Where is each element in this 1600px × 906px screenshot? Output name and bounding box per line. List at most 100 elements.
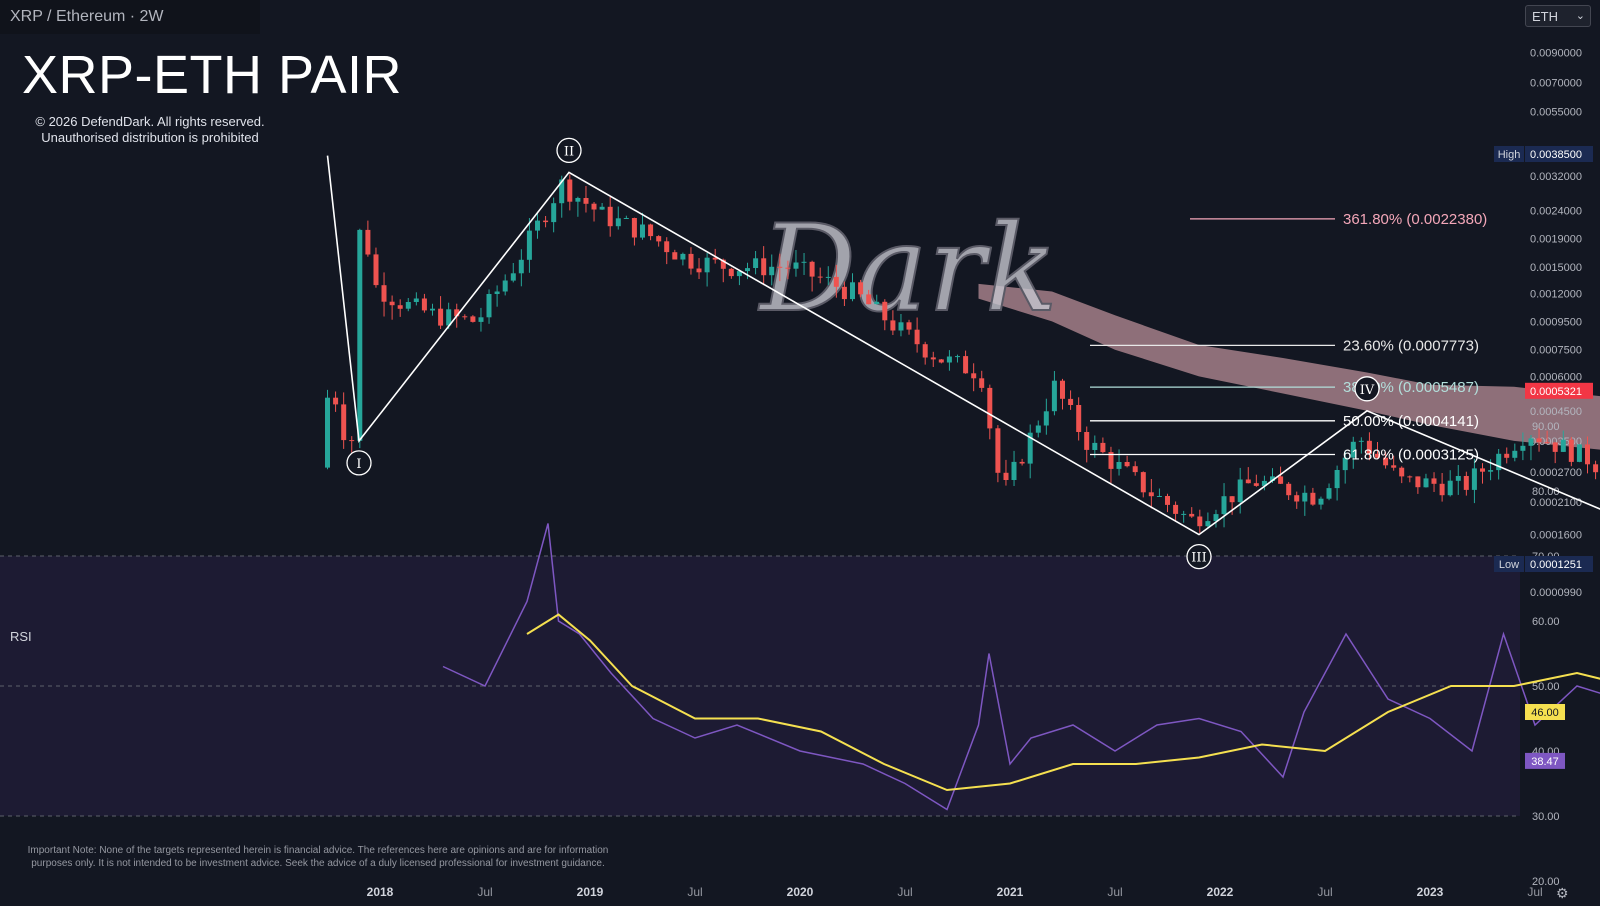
candle-body (1455, 476, 1461, 481)
candle-body (890, 320, 896, 331)
candle-body (1544, 442, 1550, 444)
candle-body (914, 329, 920, 345)
price-axis-tick-label: 0.0009500 (1530, 316, 1582, 328)
candle-body (1189, 513, 1195, 517)
candle-body (1165, 496, 1170, 505)
symbol-label[interactable]: XRP / Ethereum · 2W (10, 8, 164, 26)
candle-body (535, 220, 540, 231)
candle-body (1334, 470, 1340, 489)
candle-body (551, 203, 557, 223)
candle-body (486, 294, 492, 318)
fib-level-label: 23.60% (0.0007773) (1343, 337, 1479, 354)
candle-body (478, 317, 484, 322)
candle-body (413, 298, 419, 302)
candle-body (1512, 450, 1518, 458)
copyright-line-1: © 2026 DefendDark. All rights reserved. (35, 114, 265, 129)
candle-body (648, 224, 654, 237)
candle-body (906, 322, 912, 330)
price-axis-tick-label: 0.0002700 (1530, 467, 1582, 479)
candle-body (1245, 479, 1251, 484)
candle-body (1576, 444, 1582, 462)
price-tag-name: Low (1499, 559, 1519, 571)
price-axis-tick-label: 0.0001600 (1530, 530, 1582, 542)
candle-body (502, 280, 508, 292)
x-axis-tick-label: 2020 (787, 885, 814, 899)
candle-body (1431, 478, 1437, 484)
rsi-pane-label: RSI (10, 629, 32, 644)
x-axis-tick-label: Jul (1107, 885, 1122, 899)
candle-body (1278, 476, 1284, 484)
candle-body (1181, 513, 1187, 515)
candle-body (874, 301, 880, 305)
price-axis-tick-label: 0.0012000 (1530, 289, 1582, 301)
candle-body (1504, 453, 1510, 458)
fib-level-label: 361.80% (0.0022380) (1343, 211, 1487, 228)
x-axis-tick-label: 2018 (367, 885, 394, 899)
candle-body (1140, 472, 1146, 493)
rsi-axis-tick-label: 60.00 (1532, 616, 1560, 628)
x-axis-tick-label: 2023 (1417, 885, 1444, 899)
chevron-down-icon: ⌄ (1575, 10, 1585, 22)
candle-body (1520, 445, 1526, 451)
candle-body (801, 261, 807, 263)
candle-body (599, 206, 605, 210)
candle-body (623, 218, 629, 219)
currency-selector[interactable]: ETH ⌄ (1525, 5, 1591, 27)
candle-body (1205, 521, 1211, 527)
candle-body (1463, 476, 1469, 490)
candle-body (381, 285, 387, 302)
candle-body (1068, 398, 1074, 405)
candle-body (1132, 466, 1138, 473)
candle-body (922, 344, 928, 358)
candle-body (745, 268, 750, 272)
price-axis-tick-label: 0.0019000 (1530, 234, 1582, 246)
wave-label: II (564, 144, 574, 159)
candle-body (850, 282, 855, 300)
candle-body (987, 387, 993, 429)
candle-body (1051, 380, 1057, 412)
candle-body (607, 206, 613, 227)
candle-body (640, 224, 645, 238)
candle-body (357, 229, 363, 441)
fib-level-label: 50.00% (0.0004141) (1343, 413, 1479, 430)
price-axis-tick-label: 0.0070000 (1530, 78, 1582, 90)
candle-body (1043, 411, 1049, 426)
candle-body (1447, 480, 1453, 496)
candle-body (1326, 488, 1332, 499)
candle-body (1318, 498, 1324, 505)
rsi-axis-tick-label: 50.00 (1532, 681, 1560, 693)
candle-body (1471, 468, 1477, 490)
candle-body (946, 356, 952, 363)
candle-body (696, 268, 702, 273)
candle-body (809, 261, 815, 277)
candle-body (583, 198, 589, 204)
candle-body (1302, 492, 1308, 502)
rsi-axis-tick-label: 90.00 (1532, 421, 1560, 433)
candle-body (397, 305, 403, 309)
candle-body (688, 253, 694, 269)
x-axis-tick-label: 2022 (1207, 885, 1234, 899)
price-axis-tick-label: 0.0007500 (1530, 345, 1582, 357)
candle-body (841, 286, 847, 300)
settings-gear-icon[interactable]: ⚙ (1556, 885, 1569, 902)
x-axis-tick-label: Jul (1317, 885, 1332, 899)
candle-body (1286, 483, 1292, 496)
candle-body (389, 301, 395, 306)
rsi-axis-tick-label: 80.00 (1532, 486, 1560, 498)
candle-body (728, 268, 734, 277)
candle-body (1407, 476, 1413, 478)
x-axis-tick-label: Jul (897, 885, 912, 899)
price-axis-tick-label: 0.0032000 (1530, 171, 1582, 183)
candle-body (518, 259, 524, 274)
candle-body (1480, 468, 1485, 472)
candle-body (494, 291, 500, 294)
candle-body (656, 236, 662, 242)
candle-body (753, 258, 759, 268)
candle-body (1358, 440, 1364, 442)
x-axis-tick-label: Jul (687, 885, 702, 899)
candle-body (1560, 439, 1566, 452)
candle-body (373, 254, 379, 286)
price-tag-value: 0.0038500 (1530, 149, 1582, 161)
candle-body (591, 203, 597, 210)
price-tag-name: High (1498, 149, 1521, 161)
